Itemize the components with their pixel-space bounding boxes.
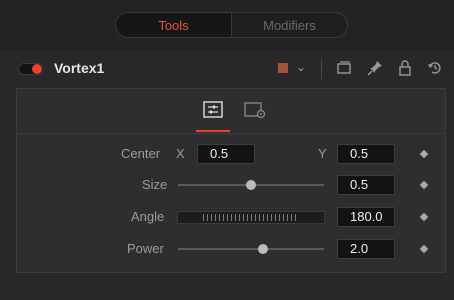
thumbwheel-ticks: [203, 214, 299, 221]
tool-header: Vortex1 ⌄: [0, 50, 454, 86]
tab-modifiers[interactable]: Modifiers: [232, 13, 347, 37]
top-tab-bar: Tools Modifiers: [0, 0, 454, 50]
tool-color-swatch[interactable]: [278, 63, 288, 73]
power-label: Power: [127, 241, 164, 256]
param-power: Power 2.0: [17, 237, 445, 261]
lock-icon[interactable]: [395, 58, 415, 78]
inspector-panel: Center X 0.5 Y 0.5 Size 0.5 Angle 180.0 …: [16, 88, 446, 273]
center-y-label: Y: [318, 146, 327, 161]
tool-name: Vortex1: [54, 60, 105, 76]
tools-modifiers-switch: Tools Modifiers: [115, 12, 348, 38]
power-keyframe-diamond[interactable]: [419, 244, 429, 254]
size-label: Size: [142, 177, 168, 192]
center-keyframe-diamond[interactable]: [419, 149, 429, 159]
center-y-field[interactable]: 0.5: [337, 144, 395, 164]
center-label: Center: [121, 146, 161, 161]
power-field[interactable]: 2.0: [337, 239, 395, 259]
angle-label: Angle: [131, 209, 165, 224]
angle-field[interactable]: 180.0: [337, 207, 395, 227]
size-keyframe-diamond[interactable]: [419, 180, 429, 190]
center-x-field[interactable]: 0.5: [197, 144, 255, 164]
param-size: Size 0.5: [17, 173, 445, 197]
toggle-dot: [32, 64, 42, 74]
param-angle: Angle 180.0: [17, 205, 445, 229]
angle-keyframe-diamond[interactable]: [419, 212, 429, 222]
tool-enable-toggle[interactable]: [18, 63, 44, 75]
power-slider-knob[interactable]: [257, 244, 268, 254]
tab-tools[interactable]: Tools: [116, 13, 232, 37]
divider: [321, 59, 322, 79]
settings-tab-icon[interactable]: [243, 99, 267, 121]
controls-tab-icon[interactable]: [201, 99, 225, 121]
subview-icon[interactable]: [334, 58, 354, 78]
chevron-down-icon[interactable]: ⌄: [296, 60, 306, 74]
pin-icon[interactable]: [365, 58, 385, 78]
size-field[interactable]: 0.5: [337, 175, 395, 195]
param-center: Center X 0.5 Y 0.5: [17, 142, 445, 166]
center-x-label: X: [176, 146, 185, 161]
active-tab-indicator: [196, 130, 230, 132]
angle-thumbwheel[interactable]: [177, 211, 325, 224]
reset-icon[interactable]: [425, 58, 445, 78]
panel-tab-bar: [17, 89, 445, 134]
power-slider-track[interactable]: [178, 248, 324, 250]
size-slider-knob[interactable]: [246, 180, 256, 190]
